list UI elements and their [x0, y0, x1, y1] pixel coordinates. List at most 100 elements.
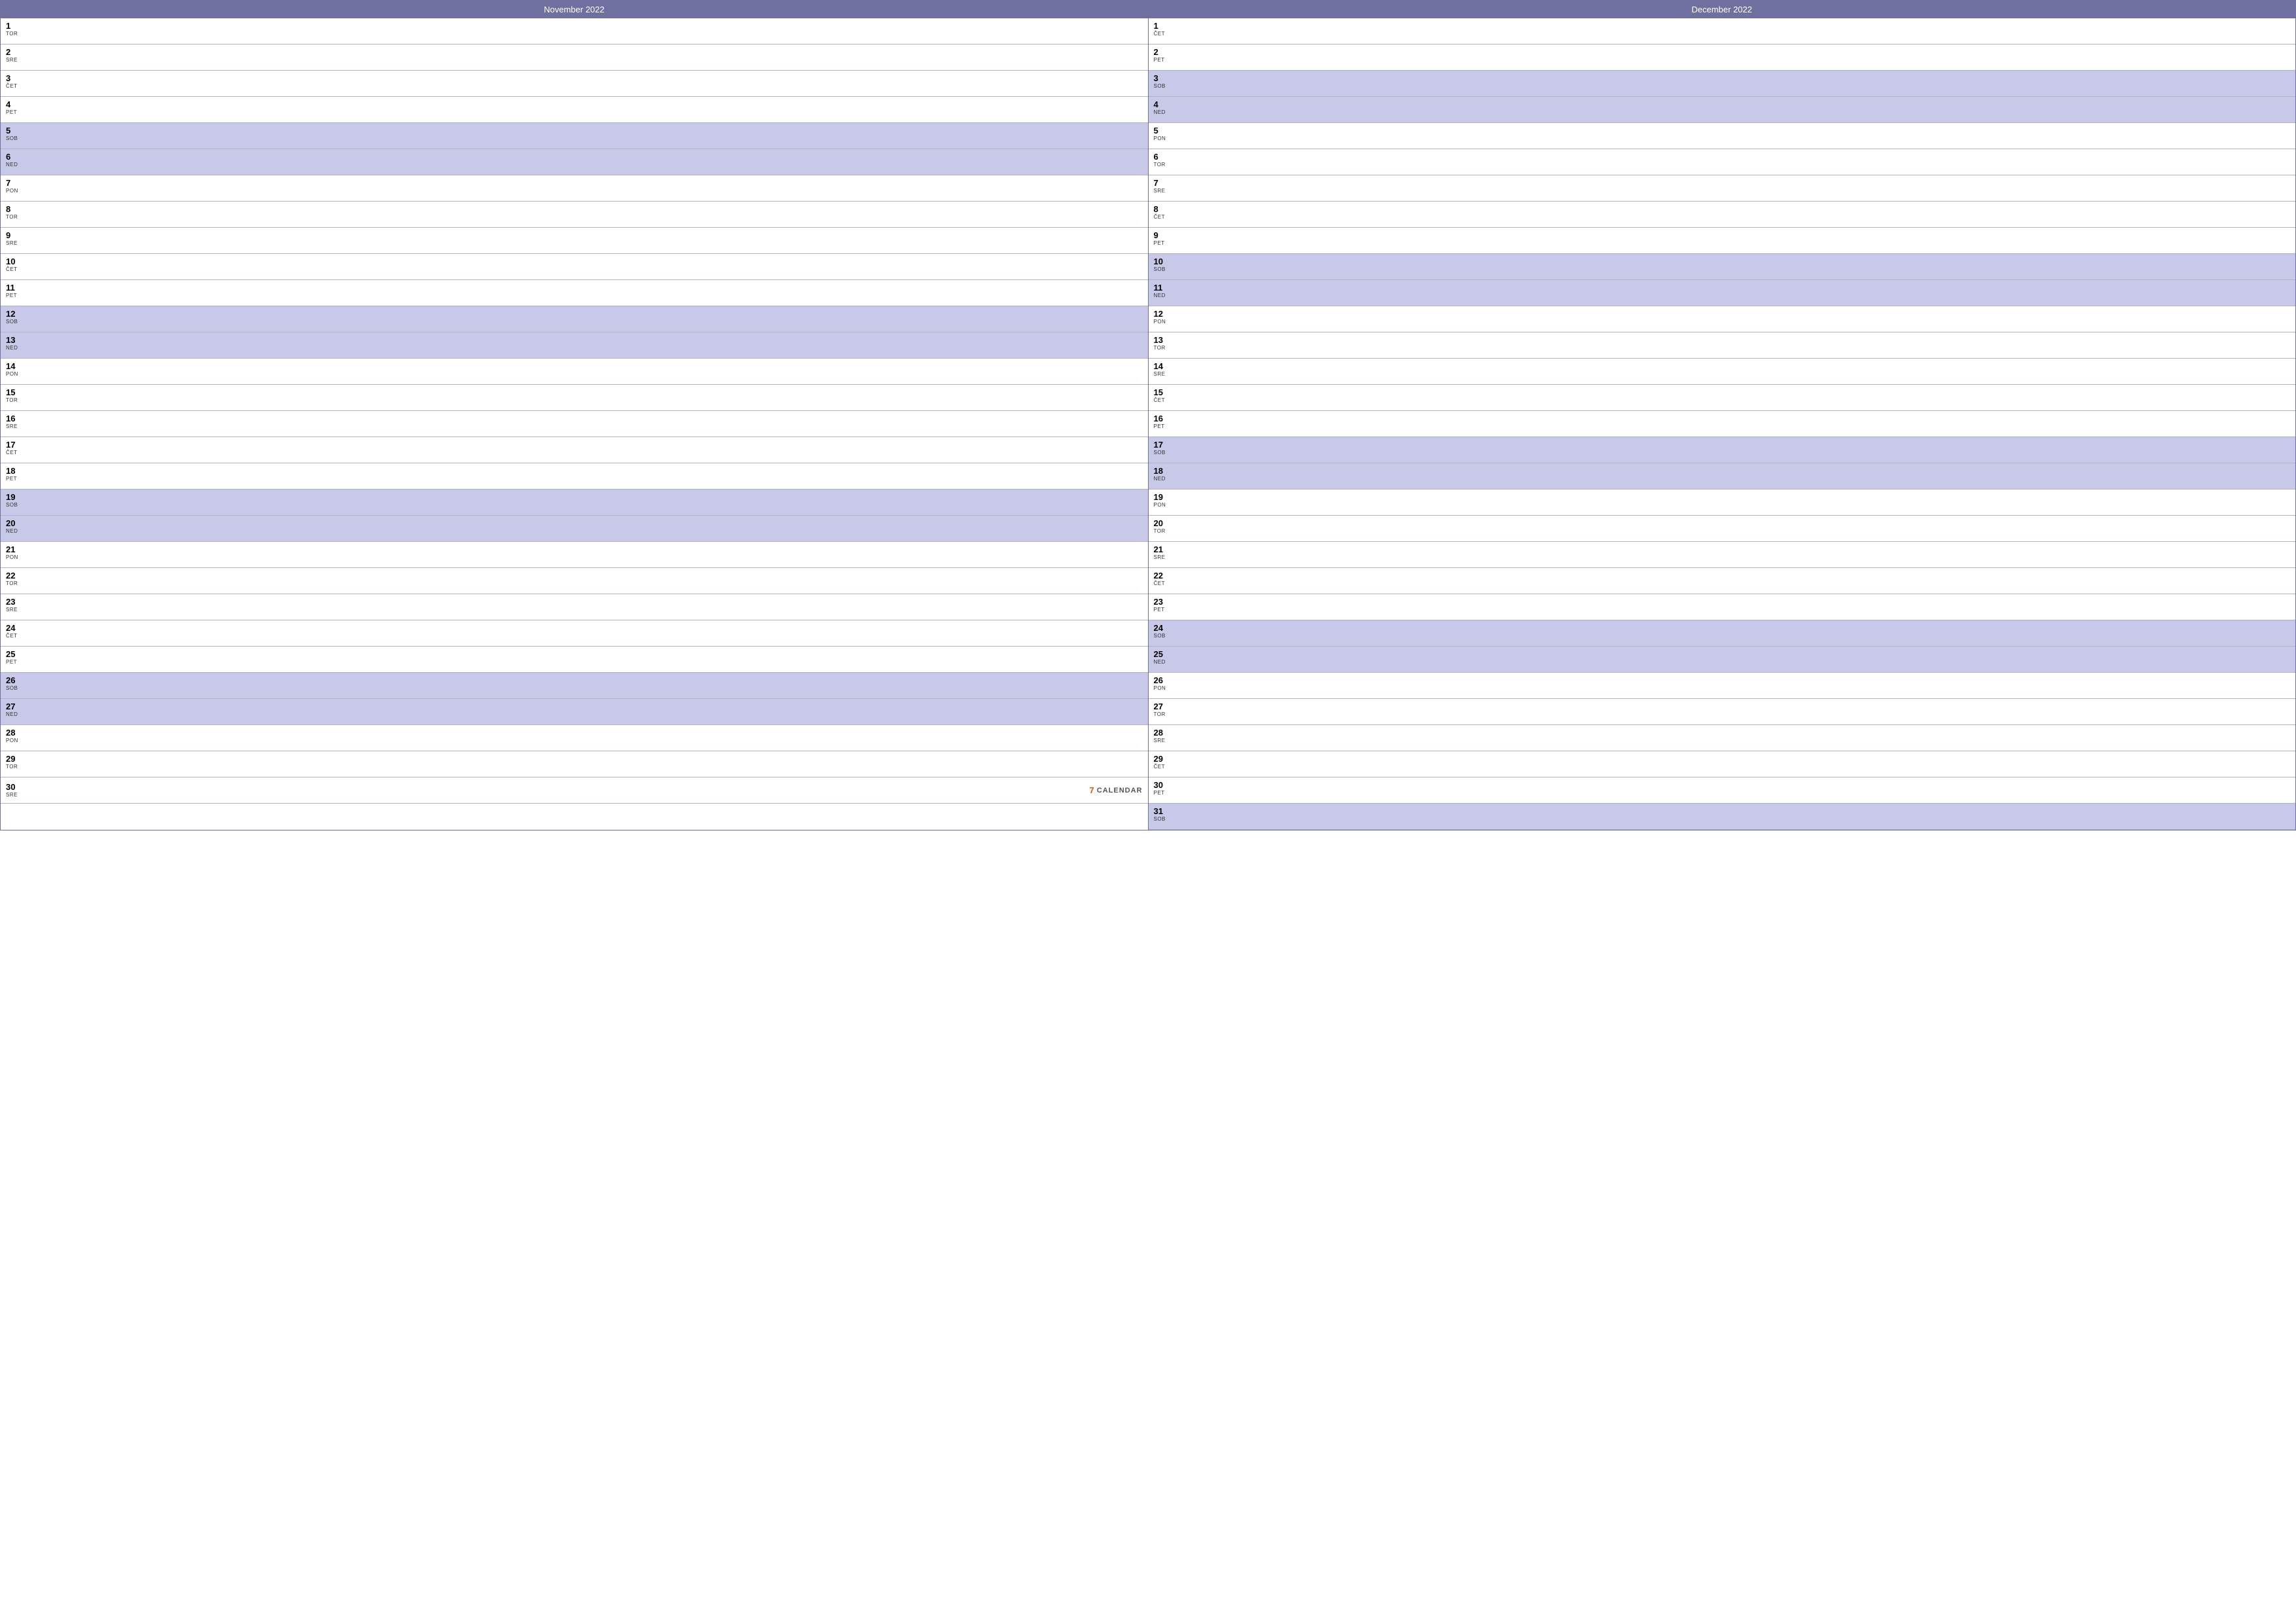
day-name: NED [6, 712, 20, 718]
day-row: 26SOB [1, 673, 1148, 699]
day-number: 1 [1154, 21, 1168, 31]
day-number: 21 [1154, 544, 1168, 555]
day-number: 21 [6, 544, 20, 555]
day-number: 24 [6, 623, 20, 633]
day-number: 15 [1154, 387, 1168, 398]
day-name: SOB [6, 319, 20, 325]
day-name: TOR [1154, 712, 1168, 718]
day-row: 16SRE [1, 411, 1148, 437]
day-name: TOR [1154, 346, 1168, 351]
day-row: 26PON [1149, 673, 2296, 699]
day-row: 12PON [1149, 306, 2296, 332]
day-name: SOB [6, 686, 20, 692]
day-name: PET [6, 110, 20, 116]
day-name: TOR [1154, 529, 1168, 535]
day-row: 28PON [1, 725, 1148, 751]
day-number: 24 [1154, 623, 1168, 633]
day-row: 30SRE7CALENDAR [1, 777, 1148, 804]
day-number: 14 [1154, 361, 1168, 372]
day-name: SRE [1154, 555, 1168, 561]
day-row: 8TOR [1, 202, 1148, 228]
day-name: TOR [1154, 162, 1168, 168]
day-number: 12 [6, 309, 20, 319]
day-number: 6 [6, 152, 20, 162]
day-row: 3SOB [1149, 71, 2296, 97]
day-row: 19SOB [1, 490, 1148, 516]
day-number: 5 [6, 126, 20, 136]
day-number: 22 [1154, 571, 1168, 581]
day-name: TOR [6, 31, 20, 37]
month-header-november-2022: November 2022 [1, 1, 1148, 18]
day-row: 1ČET [1149, 18, 2296, 45]
day-row: 20NED [1, 516, 1148, 542]
day-row: 24ČET [1, 620, 1148, 647]
day-number: 14 [6, 361, 20, 372]
day-row: 6NED [1, 149, 1148, 175]
day-name: SRE [6, 424, 20, 430]
day-row: 25PET [1, 647, 1148, 673]
day-number: 20 [1154, 518, 1168, 529]
day-name: PON [6, 188, 20, 194]
month-header-december-2022: December 2022 [1149, 1, 2296, 18]
day-name: PET [1154, 791, 1168, 796]
day-row: 5SOB [1, 123, 1148, 149]
day-row: 23SRE [1, 594, 1148, 620]
day-number: 25 [1154, 649, 1168, 660]
day-number: 7 [6, 178, 20, 188]
day-number: 8 [6, 204, 20, 215]
day-name: SOB [1154, 450, 1168, 456]
day-row: 15TOR [1, 385, 1148, 411]
day-row: 1TOR [1, 18, 1148, 45]
day-number: 7 [1154, 178, 1168, 188]
day-row: 14SRE [1149, 359, 2296, 385]
day-row: 27NED [1, 699, 1148, 725]
day-row: 13TOR [1149, 332, 2296, 359]
day-row: 16PET [1149, 411, 2296, 437]
day-name: SOB [6, 136, 20, 142]
day-number: 4 [6, 99, 20, 110]
day-row: 22ČET [1149, 568, 2296, 594]
day-name: NED [6, 162, 20, 168]
day-name: ČET [1154, 581, 1168, 587]
day-number: 11 [1154, 283, 1168, 293]
day-number: 9 [1154, 230, 1168, 241]
day-number: 6 [1154, 152, 1168, 162]
day-name: SRE [6, 58, 20, 63]
day-name: ČET [6, 450, 20, 456]
day-name: SOB [1154, 633, 1168, 639]
day-number: 16 [6, 414, 20, 424]
day-number: 31 [1154, 806, 1168, 817]
day-name: NED [1154, 476, 1168, 482]
watermark-logo: 7 [1090, 785, 1094, 795]
day-number: 1 [6, 21, 20, 31]
day-name: SOB [1154, 84, 1168, 90]
day-row: 7SRE [1149, 175, 2296, 202]
day-name: ČET [6, 84, 20, 90]
day-row: 19PON [1149, 490, 2296, 516]
day-row: 23PET [1149, 594, 2296, 620]
day-number: 10 [1154, 257, 1168, 267]
day-name: PET [1154, 424, 1168, 430]
day-row: 28SRE [1149, 725, 2296, 751]
day-number: 27 [6, 702, 20, 712]
day-number: 8 [1154, 204, 1168, 215]
day-name: NED [6, 529, 20, 535]
day-row: 11NED [1149, 280, 2296, 306]
day-number: 10 [6, 257, 20, 267]
day-number: 3 [1154, 73, 1168, 84]
day-number: 13 [6, 335, 20, 346]
day-name: PET [6, 660, 20, 666]
day-number: 25 [6, 649, 20, 660]
day-name: ČET [1154, 764, 1168, 770]
day-row: 9PET [1149, 228, 2296, 254]
day-number: 5 [1154, 126, 1168, 136]
day-row: 20TOR [1149, 516, 2296, 542]
day-name: TOR [6, 764, 20, 770]
day-name: PON [1154, 503, 1168, 508]
day-row: 10ČET [1, 254, 1148, 280]
month-col-november-2022: November 20221TOR2SRE3ČET4PET5SOB6NED7PO… [1, 1, 1149, 830]
day-name: SRE [1154, 738, 1168, 744]
day-number: 15 [6, 387, 20, 398]
day-name: PET [1154, 241, 1168, 247]
day-row: 30PET [1149, 777, 2296, 804]
